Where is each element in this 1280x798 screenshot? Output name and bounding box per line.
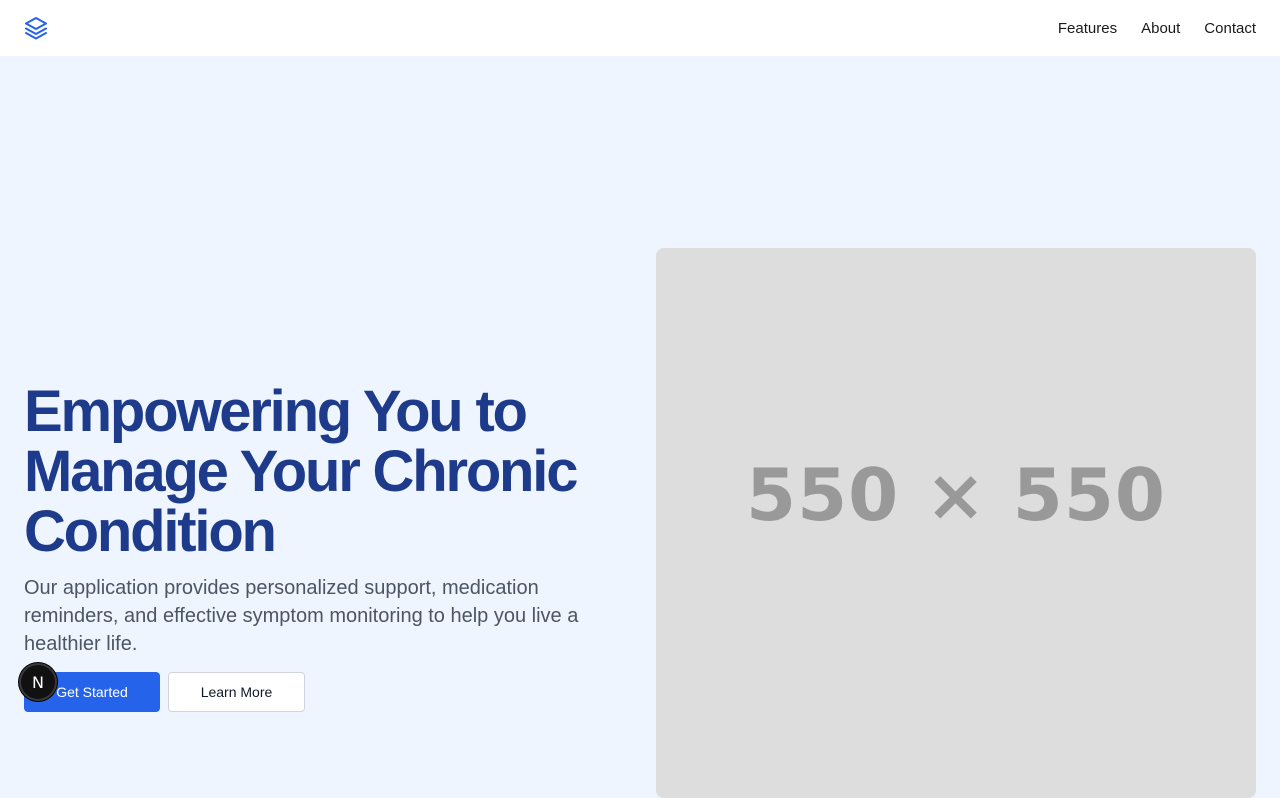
nextjs-icon[interactable]: N bbox=[19, 663, 57, 701]
placeholder-dimensions: 550 × 550 bbox=[745, 453, 1167, 537]
hero-description: Our application provides personalized su… bbox=[24, 577, 579, 655]
site-header: Features About Contact bbox=[0, 0, 1280, 56]
hero-title: Empowering You to Manage Your Chronic Co… bbox=[24, 379, 578, 564]
learn-more-button[interactable]: Learn More bbox=[168, 672, 305, 712]
hero-image-placeholder: 550 × 550 bbox=[656, 248, 1256, 798]
nav-about-link[interactable]: About bbox=[1141, 20, 1180, 37]
nav-features-link[interactable]: Features bbox=[1058, 20, 1117, 37]
layers-icon[interactable] bbox=[24, 16, 48, 40]
nav-contact-link[interactable]: Contact bbox=[1204, 20, 1256, 37]
main-nav: Features About Contact bbox=[1058, 20, 1256, 37]
dev-badge-label: N bbox=[32, 672, 44, 692]
hero-buttons: Get Started Learn More bbox=[24, 672, 305, 712]
hero-content: Empowering You to Manage Your Chronic Co… bbox=[24, 382, 624, 658]
